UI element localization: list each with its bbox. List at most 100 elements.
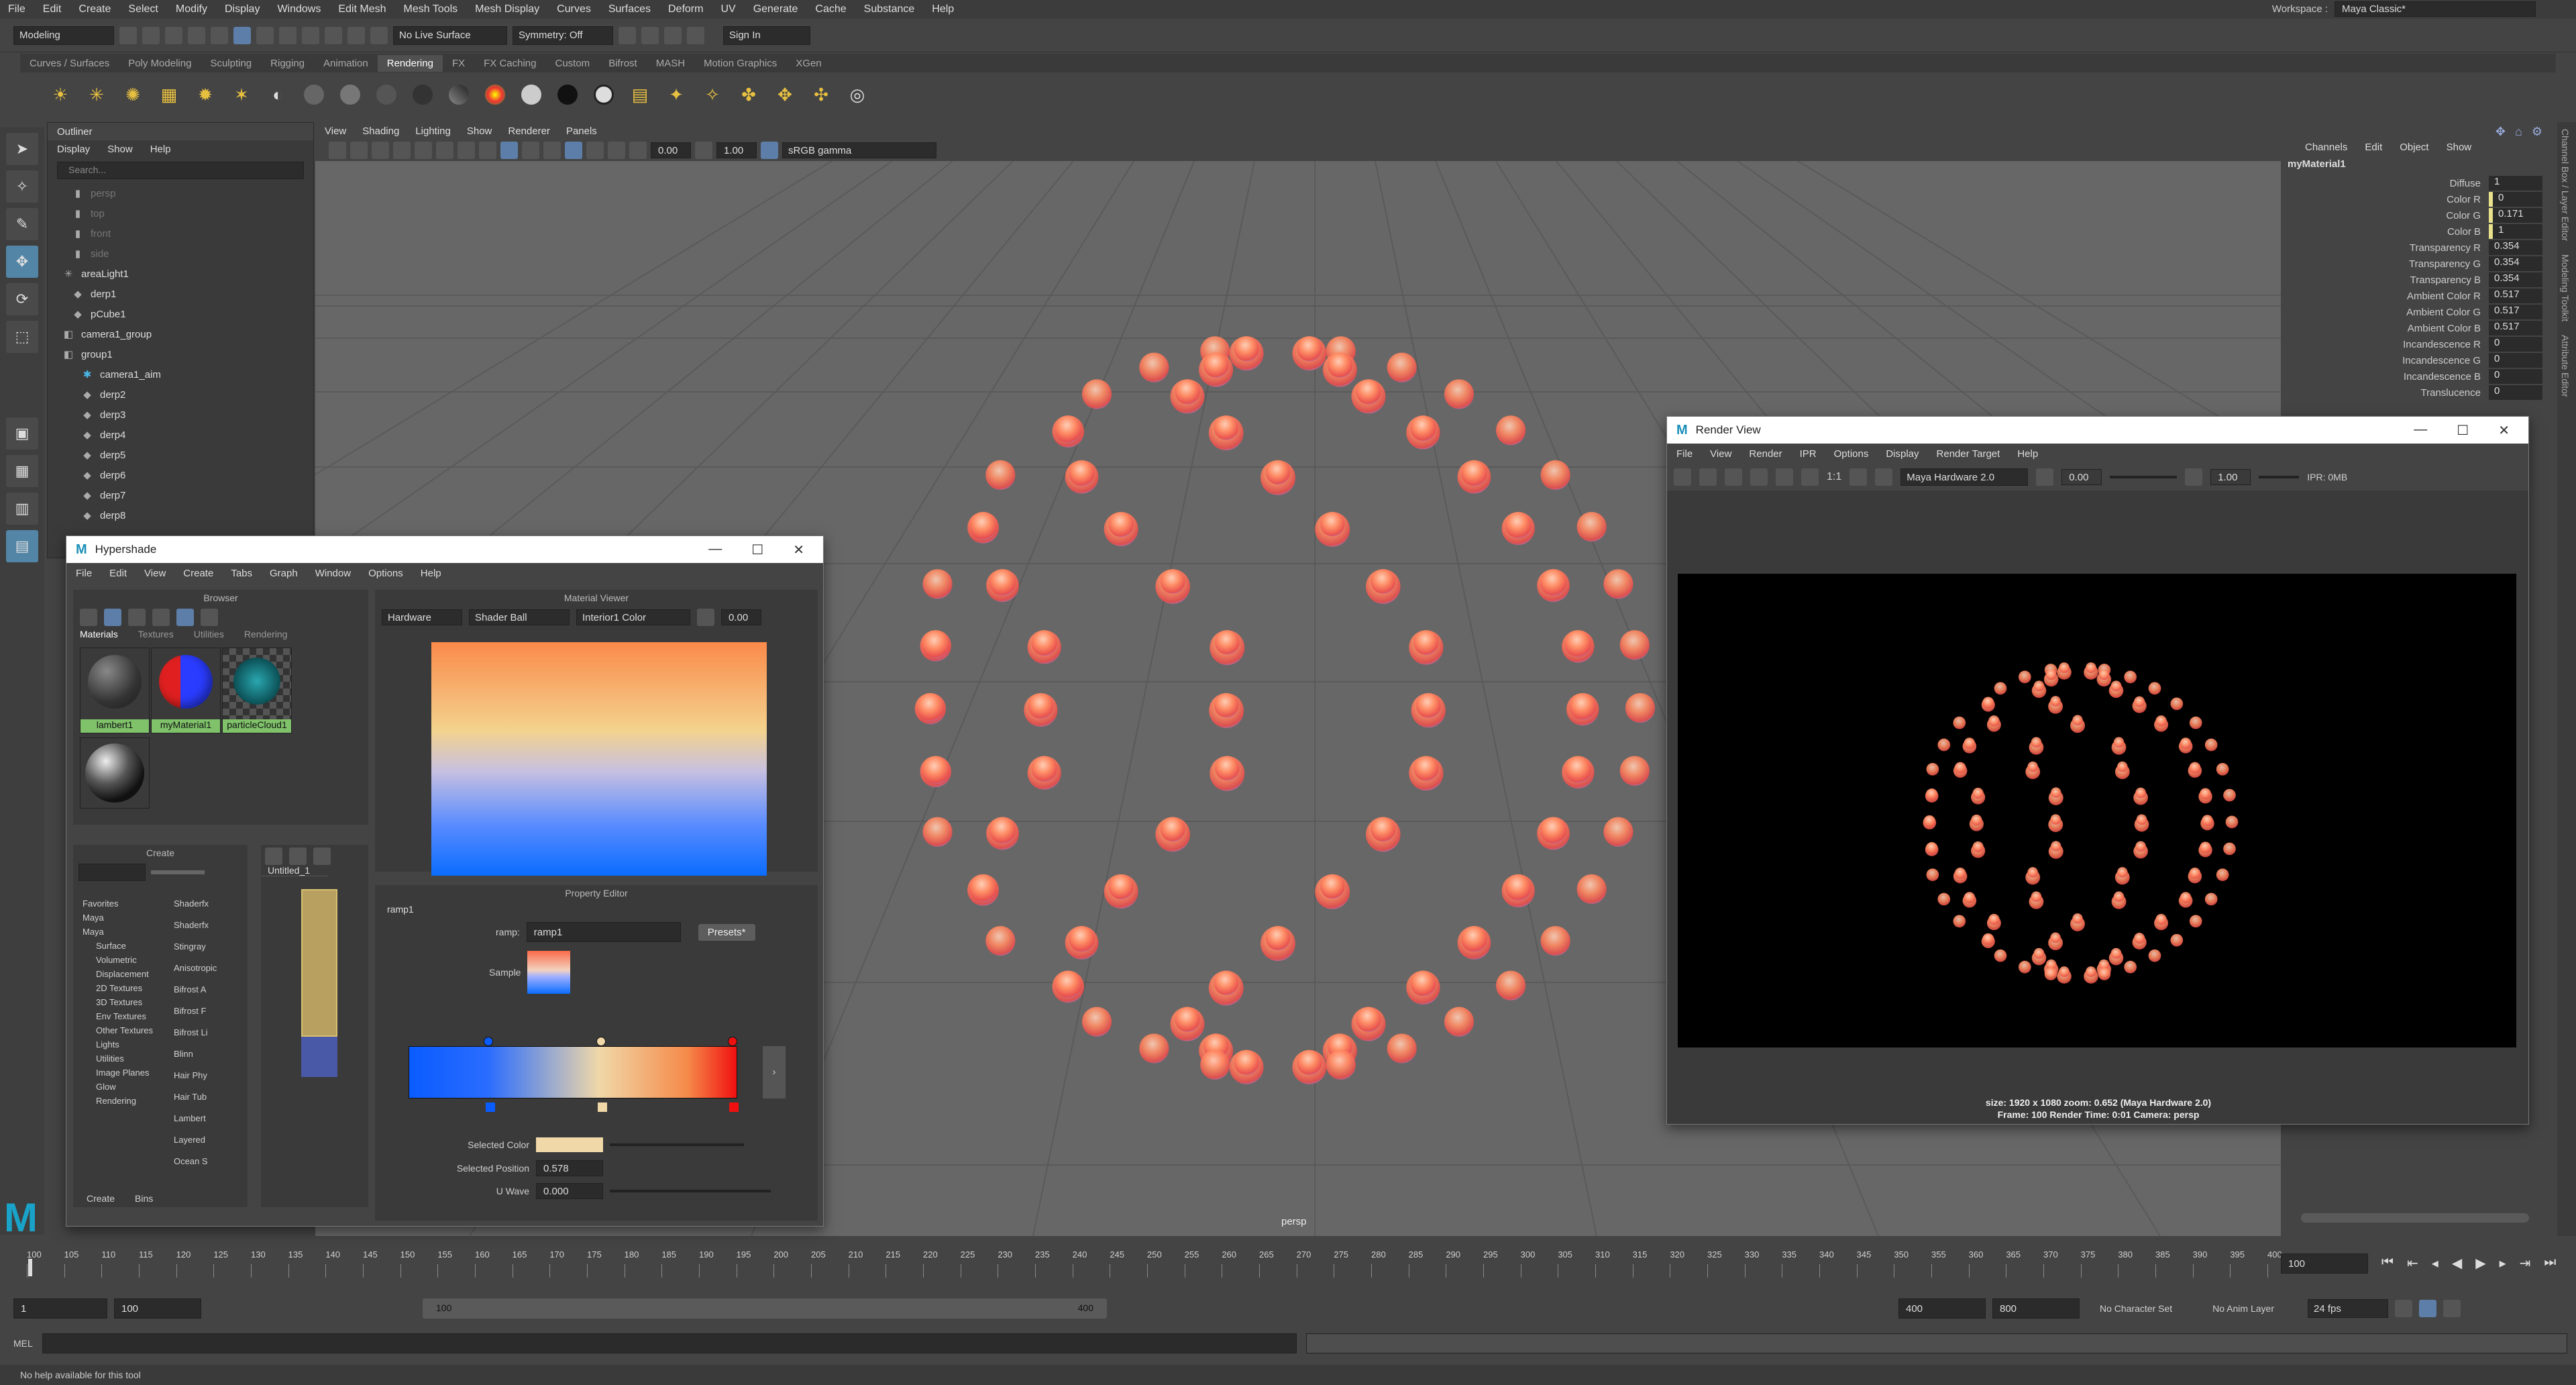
create-category-item[interactable]: Image Planes [80,1068,160,1082]
channel-row[interactable]: Ambient Color R 0.517 [2288,288,2556,304]
point-light-icon[interactable]: ✳ [83,81,110,108]
create-node-item[interactable]: Bifrost Li [174,1027,241,1049]
create-category-item[interactable]: Maya [80,913,160,927]
new-scene-icon[interactable] [119,26,137,44]
anim-layer-dropdown[interactable]: No Anim Layer [2212,1303,2274,1314]
zoom-ratio-button[interactable]: 1:1 [1827,471,1841,483]
outliner-menu-help[interactable]: Help [150,144,171,155]
xray-icon[interactable] [586,142,604,159]
outliner-item[interactable]: ◆ derp8 [61,505,313,525]
menu-uv[interactable]: UV [720,3,735,15]
workspace-dropdown[interactable]: Maya Classic* [2334,1,2536,17]
isolate-select-icon[interactable] [608,142,625,159]
live-surface-field[interactable]: No Live Surface [393,25,507,45]
render-view-menu-render[interactable]: Render [1749,448,1782,460]
outliner-item[interactable]: ◆ derp6 [61,465,313,485]
channel-value-field[interactable]: 0 [2489,337,2542,352]
create-category-item[interactable]: Lights [80,1039,160,1054]
graph-out-icon[interactable] [313,848,331,865]
channel-value-field[interactable]: 0 [2489,192,2542,207]
playback-end-field[interactable]: 400 [1898,1298,1986,1319]
anisotropic-shader-icon[interactable] [301,81,327,108]
menu-substance[interactable]: Substance [864,3,915,15]
gamma-icon[interactable] [695,142,712,159]
mv-exposure-field[interactable]: 0.00 [721,609,761,625]
create-node-item[interactable]: Blinn [174,1049,241,1070]
menu-cache[interactable]: Cache [815,3,846,15]
render-view-menu-display[interactable]: Display [1886,448,1919,460]
ramp-handle-blue[interactable] [484,1037,493,1046]
command-input[interactable] [42,1333,1297,1353]
render-view-menu-view[interactable]: View [1710,448,1731,460]
render-view-menu-options[interactable]: Options [1834,448,1869,460]
create-node-item[interactable]: Bifrost A [174,984,241,1006]
maximize-icon[interactable]: ☐ [2457,422,2469,439]
viewport-menu-shading[interactable]: Shading [362,125,399,137]
area-light-icon[interactable]: ▦ [156,81,182,108]
render-view-icon[interactable]: ✣ [808,81,835,108]
channel-value-field[interactable]: 1 [2489,224,2542,239]
hypershade-menu-create[interactable]: Create [183,568,213,579]
shelf-tab-sculpting[interactable]: Sculpting [201,55,261,72]
property-node-tab[interactable]: ramp1 [375,901,818,919]
go-end-icon[interactable]: ⏭ [2544,1255,2556,1272]
shelf-tab-bifrost[interactable]: Bifrost [599,55,647,72]
mv-renderer-dropdown[interactable]: Hardware [382,609,462,625]
create-category-item[interactable]: Surface [80,941,160,955]
menu-set-dropdown[interactable]: Modeling [13,25,114,45]
create-category-item[interactable]: 3D Textures [80,997,160,1011]
menu-modify[interactable]: Modify [176,3,207,15]
channel-box-icon[interactable]: ✥ [2496,125,2506,138]
render-region-icon[interactable] [1699,468,1717,486]
create-node-item[interactable]: Stingray [174,941,241,963]
paint-select-icon[interactable]: ✎ [6,208,38,240]
image-plane-icon[interactable] [372,142,389,159]
redo-icon[interactable] [211,26,228,44]
menu-mesh-tools[interactable]: Mesh Tools [404,3,458,15]
create-category-item[interactable]: Favorites [80,899,160,913]
shelf-tab-custom[interactable]: Custom [546,55,600,72]
channel-value-field[interactable]: 0.517 [2489,289,2542,303]
smooth-shade-icon[interactable] [500,142,518,159]
ramp-handle-cream[interactable] [596,1037,606,1046]
step-forward-key-icon[interactable]: ⇥ [2520,1255,2531,1272]
create-search-input[interactable] [78,864,146,881]
ipr-render-icon[interactable] [1750,468,1768,486]
channel-row[interactable]: Transparency R 0.354 [2288,240,2556,256]
side-tab-modeling-toolkit[interactable]: Modeling Toolkit [2557,248,2573,328]
browser-grid-icon[interactable] [152,609,170,626]
menu-surfaces[interactable]: Surfaces [608,3,651,15]
channel-value-field[interactable]: 0.517 [2489,321,2542,336]
channel-value-field[interactable]: 0 [2489,353,2542,368]
selected-position-field[interactable]: 0.578 [536,1160,603,1176]
split-view-icon[interactable]: ▥ [6,493,38,525]
save-scene-icon[interactable] [165,26,182,44]
ramp-shader-icon[interactable] [482,81,508,108]
channel-row[interactable]: Transparency G 0.354 [2288,256,2556,272]
rotate-tool-icon[interactable]: ⟳ [6,283,38,315]
select-hierarchy-icon[interactable] [256,26,274,44]
shelf-tab-motion-graphics[interactable]: Motion Graphics [694,55,786,72]
outliner-item[interactable]: ◆ derp5 [61,445,313,465]
wireframe-icon[interactable] [479,142,496,159]
rv-gamma-icon[interactable] [2185,468,2203,486]
channel-row[interactable]: Incandescence G 0 [2288,352,2556,368]
channel-row[interactable]: Ambient Color B 0.517 [2288,320,2556,336]
channel-row[interactable]: Color B 1 [2288,223,2556,240]
mv-shape-dropdown[interactable]: Shader Ball [469,609,570,625]
close-icon[interactable]: ✕ [793,542,804,558]
playback-start-field[interactable]: 100 [114,1298,201,1319]
channel-menu-object[interactable]: Object [2400,142,2428,153]
create-category-item[interactable]: Rendering [80,1096,160,1110]
create-node-item[interactable]: Ocean S [174,1156,241,1178]
channel-menu-edit[interactable]: Edit [2365,142,2382,153]
create-node-item[interactable]: Hair Phy [174,1070,241,1092]
create-node-item[interactable]: Shaderfx [174,920,241,941]
menu-generate[interactable]: Generate [753,3,798,15]
phong-shader-icon[interactable] [409,81,436,108]
graph-tab[interactable]: Untitled_1 [261,865,328,876]
menu-edit-mesh[interactable]: Edit Mesh [338,3,386,15]
viewport-menu-view[interactable]: View [325,125,346,137]
minimize-icon[interactable]: — [2414,422,2427,439]
outliner-item[interactable]: ✳ areaLight1 [61,264,313,284]
